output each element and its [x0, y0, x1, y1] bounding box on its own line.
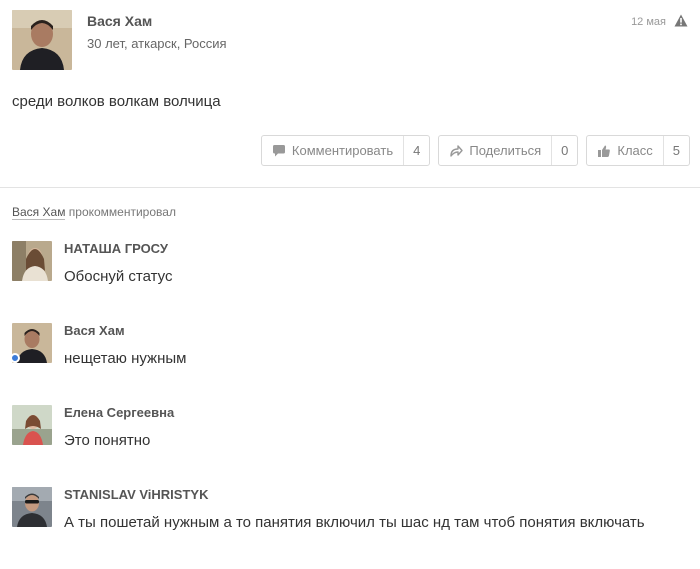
- comment-item: STANISLAV ViHRISTYK А ты пошетай нужным …: [12, 487, 692, 559]
- commenter-avatar[interactable]: [12, 405, 52, 445]
- comment-item: НАТАША ГРОСУ Обоснуй статус: [12, 241, 692, 289]
- author-name[interactable]: Вася Хам: [87, 13, 152, 29]
- commenter-avatar[interactable]: [12, 487, 52, 527]
- comment-icon: [272, 144, 285, 156]
- divider: [0, 187, 700, 188]
- share-icon: [450, 144, 464, 157]
- author-meta: 30 лет, аткарск, Россия: [87, 36, 227, 51]
- comment-text: Это понятно: [64, 432, 151, 449]
- commenter-name[interactable]: STANISLAV ViHRISTYK: [64, 487, 208, 502]
- commented-by-action: прокомментировал: [68, 205, 176, 219]
- like-button-label: Класс: [617, 143, 653, 158]
- like-count: 5: [662, 136, 689, 165]
- commented-by-line: Вася Хам прокомментировал: [12, 205, 176, 220]
- comment-text: А ты пошетай нужным а то панятия включил…: [64, 514, 645, 531]
- comment-text: нещетаю нужным: [64, 350, 187, 367]
- commenter-name[interactable]: Вася Хам: [64, 323, 125, 338]
- share-button[interactable]: Поделиться 0: [438, 135, 579, 166]
- comment-text: Обоснуй статус: [64, 268, 173, 285]
- commented-by-name[interactable]: Вася Хам: [12, 205, 66, 220]
- warning-icon[interactable]: [674, 14, 688, 27]
- share-button-label: Поделиться: [469, 143, 542, 158]
- comment-button-label: Комментировать: [291, 143, 394, 158]
- commenter-avatar[interactable]: [12, 241, 52, 281]
- like-icon: [598, 145, 611, 157]
- comment-item: Елена Сергеевна Это понятно: [12, 405, 692, 453]
- commenter-name[interactable]: Елена Сергеевна: [64, 405, 174, 420]
- post-text: среди волков волкам волчица: [12, 93, 221, 110]
- post-card: Вася Хам 30 лет, аткарск, Россия 12 мая …: [0, 0, 700, 186]
- online-indicator: [10, 353, 20, 363]
- commenter-name[interactable]: НАТАША ГРОСУ: [64, 241, 168, 256]
- comment-count: 4: [403, 136, 429, 165]
- share-count: 0: [551, 136, 577, 165]
- post-actions: Комментировать 4 Поделиться 0 Класс 5: [260, 135, 690, 166]
- comment-item: Вася Хам нещетаю нужным: [10, 323, 692, 371]
- like-button[interactable]: Класс 5: [586, 135, 690, 166]
- post-date: 12 мая: [631, 16, 666, 28]
- comment-button[interactable]: Комментировать 4: [260, 135, 431, 166]
- author-avatar[interactable]: [12, 10, 72, 70]
